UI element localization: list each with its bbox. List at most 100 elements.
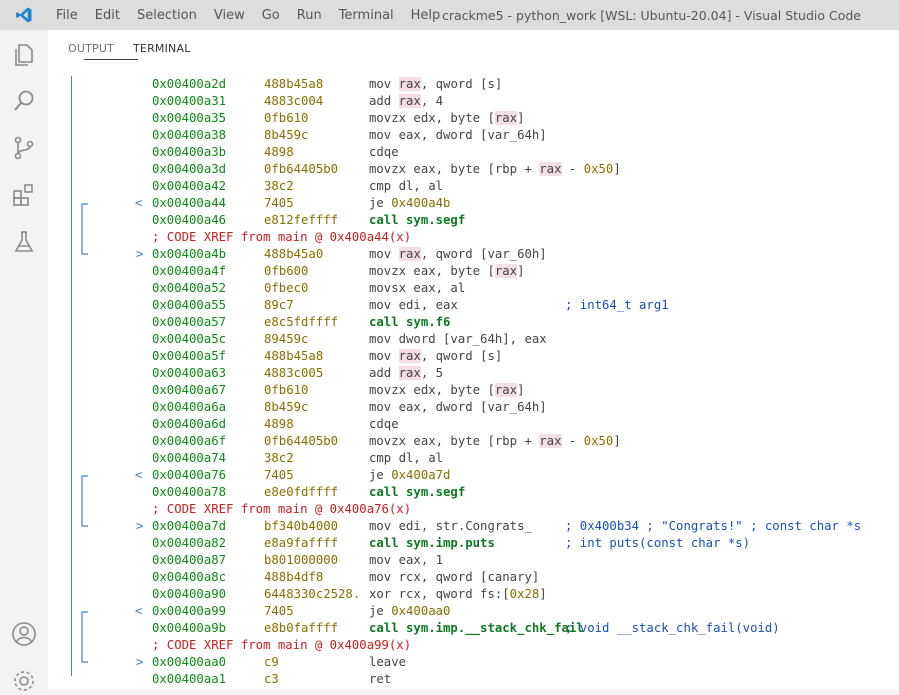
asm-comment: ; int64_t arg1 [565, 298, 669, 312]
asm-address: 0x00400a9b [152, 621, 227, 635]
asm-instruction: call sym.imp.puts [369, 536, 495, 550]
xref-comment: ; CODE XREF from main @ 0x400a44(x) [152, 230, 412, 244]
asm-bytes: 38c2 [264, 179, 294, 193]
asm-instruction: movzx eax, byte [rbp + rax - 0x50] [369, 162, 621, 176]
asm-bytes: 7405 [264, 604, 294, 618]
asm-bytes: 488b45a0 [264, 247, 324, 261]
asm-address: 0x00400a57 [152, 315, 227, 329]
asm-instruction: mov dword [var_64h], eax [369, 332, 547, 346]
asm-bytes: 0fbec0 [264, 281, 309, 295]
asm-bytes: 4898 [264, 145, 294, 159]
xref-comment: ; CODE XREF from main @ 0x400a99(x) [152, 638, 412, 652]
window-title: crackme5 - python_work [WSL: Ubuntu-20.0… [441, 8, 861, 23]
asm-address: 0x00400a99 [152, 604, 227, 618]
asm-instruction: mov rax, qword [s] [369, 77, 503, 91]
search-icon[interactable] [10, 87, 38, 115]
asm-bytes: e8b0faffff [264, 621, 339, 635]
asm-address: 0x00400a35 [152, 111, 227, 125]
asm-instruction: call sym.imp.__stack_chk_fail [369, 621, 584, 635]
asm-instruction: mov edi, eax [369, 298, 458, 312]
asm-address: 0x00400a76 [152, 468, 227, 482]
asm-instruction: mov eax, 1 [369, 553, 444, 567]
asm-instruction: mov eax, dword [var_64h] [369, 400, 547, 414]
asm-bytes: 4883c005 [264, 366, 324, 380]
asm-address: 0x00400a8c [152, 570, 227, 584]
asm-bytes: 488b45a8 [264, 349, 324, 363]
asm-address: 0x00400a44 [152, 196, 227, 210]
asm-instruction: movzx eax, byte [rbp + rax - 0x50] [369, 434, 621, 448]
asm-comment: ; int puts(const char *s) [565, 536, 751, 550]
asm-bytes: 6448330c2528. [264, 587, 361, 601]
asm-address: 0x00400a38 [152, 128, 227, 142]
asm-address: 0x00400a2d [152, 77, 227, 91]
asm-bytes: 0fb64405b0 [264, 434, 339, 448]
asm-bytes: 0fb610 [264, 383, 309, 397]
asm-address: 0x00400a3d [152, 162, 227, 176]
source-control-icon[interactable] [10, 134, 38, 162]
asm-bytes: c3 [264, 672, 279, 686]
explorer-icon[interactable] [10, 40, 38, 68]
menu-item-selection[interactable]: Selection [129, 8, 206, 23]
asm-address: 0x00400a87 [152, 553, 227, 567]
account-icon[interactable] [10, 620, 38, 648]
asm-address: 0x00400aa1 [152, 672, 227, 686]
asm-instruction: mov edi, str.Congrats_ [369, 519, 532, 533]
asm-bytes: 8b459c [264, 128, 309, 142]
asm-instruction: movsx eax, al [369, 281, 466, 295]
jump-source-arrow-icon: < [135, 604, 143, 618]
extensions-icon[interactable] [10, 181, 38, 209]
asm-address: 0x00400a3b [152, 145, 227, 159]
asm-bytes: e8a9faffff [264, 536, 339, 550]
asm-instruction: cmp dl, al [369, 179, 444, 193]
vscode-logo-icon [0, 0, 48, 30]
asm-instruction: movzx edx, byte [rax] [369, 111, 525, 125]
asm-bytes: 4898 [264, 417, 294, 431]
asm-address: 0x00400a6f [152, 434, 227, 448]
asm-instruction: add rax, 4 [369, 94, 444, 108]
tab-terminal[interactable]: TERMINAL [133, 42, 191, 55]
asm-bytes: 7405 [264, 468, 294, 482]
asm-instruction: xor rcx, qword fs:[0x28] [369, 587, 547, 601]
asm-address: 0x00400a6d [152, 417, 227, 431]
asm-bytes: 38c2 [264, 451, 294, 465]
testing-flask-icon[interactable] [10, 228, 38, 256]
jump-source-arrow-icon: < [135, 468, 143, 482]
asm-instruction: call sym.f6 [369, 315, 451, 329]
jump-target-arrow-icon: > [136, 655, 144, 669]
asm-instruction: movzx eax, byte [rax] [369, 264, 525, 278]
menu-item-view[interactable]: View [206, 8, 254, 23]
asm-bytes: 0fb610 [264, 111, 309, 125]
asm-bytes: e8e0fdffff [264, 485, 339, 499]
asm-bytes: 8b459c [264, 400, 309, 414]
tab-output[interactable]: OUTPUT [68, 42, 114, 55]
asm-bytes: 7405 [264, 196, 294, 210]
menu-item-terminal[interactable]: Terminal [331, 8, 403, 23]
asm-bytes: e8c5fdffff [264, 315, 339, 329]
asm-instruction: ret [369, 672, 392, 686]
asm-address: 0x00400a4b [152, 247, 227, 261]
asm-bytes: 0fb64405b0 [264, 162, 339, 176]
asm-instruction: mov rax, qword [s] [369, 349, 503, 363]
menu-item-file[interactable]: File [48, 8, 87, 23]
settings-gear-icon[interactable] [10, 667, 38, 695]
asm-bytes: 488b45a8 [264, 77, 324, 91]
asm-instruction: cdqe [369, 145, 399, 159]
asm-address: 0x00400a31 [152, 94, 227, 108]
asm-instruction: add rax, 5 [369, 366, 444, 380]
asm-instruction: call sym.segf [369, 485, 466, 499]
menu-item-run[interactable]: Run [289, 8, 331, 23]
jump-target-arrow-icon: > [136, 519, 144, 533]
asm-instruction: je 0x400a7d [369, 468, 451, 482]
asm-address: 0x00400a5f [152, 349, 227, 363]
asm-instruction: mov rcx, qword [canary] [369, 570, 540, 584]
asm-bytes: bf340b4000 [264, 519, 339, 533]
jump-source-arrow-icon: < [135, 196, 143, 210]
asm-instruction: je 0x400aa0 [369, 604, 451, 618]
terminal-output[interactable]: 0x00400a2d 488b45a8 mov rax, qword [s] 0x00… [48, 76, 899, 690]
asm-address: 0x00400a63 [152, 366, 227, 380]
menu-item-edit[interactable]: Edit [87, 8, 129, 23]
xref-comment: ; CODE XREF from main @ 0x400a76(x) [152, 502, 412, 516]
asm-comment: ; void __stack_chk_fail(void) [565, 621, 780, 635]
menu-item-go[interactable]: Go [254, 8, 289, 23]
asm-instruction: je 0x400a4b [369, 196, 451, 210]
